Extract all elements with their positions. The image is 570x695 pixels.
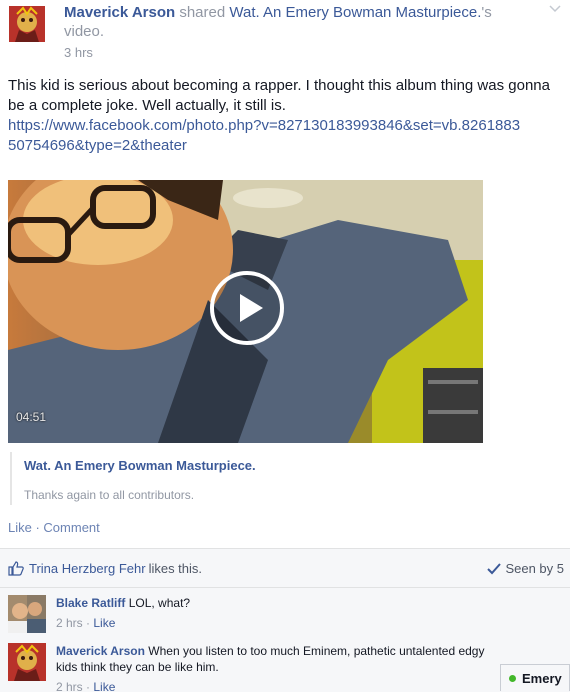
shared-page-name[interactable]: Wat. An Emery Bowman Masturpiece. [229,4,481,21]
post-actions: Like · Comment [8,520,100,535]
comment-link[interactable]: Comment [43,520,99,535]
comment-time[interactable]: 2 hrs [56,680,83,694]
caption-description: Thanks again to all contributors. [24,488,195,502]
play-button[interactable] [210,271,284,345]
liker-name[interactable]: Trina Herzberg Fehr [29,561,146,576]
author-name[interactable]: Maverick Arson [64,4,175,21]
author-avatar[interactable] [9,6,45,42]
commenter-avatar[interactable] [8,595,46,633]
likes-text: likes this. [148,561,203,576]
post-timestamp[interactable]: 3 hrs [64,45,93,60]
video-player[interactable] [8,180,483,443]
chat-tab[interactable]: Emery [500,664,570,691]
comment-like-link[interactable]: Like [93,680,115,694]
commenter-avatar[interactable] [8,643,46,681]
chevron-down-icon[interactable] [548,2,562,16]
seen-by[interactable]: Seen by 5 [487,561,564,576]
online-status-icon [509,674,516,682]
commenter-name[interactable]: Maverick Arson [56,644,145,658]
comment-text: LOL, what? [128,596,191,610]
video-caption[interactable]: Wat. An Emery Bowman Masturpiece. Thanks… [10,452,480,505]
post-header: Maverick Arson shared Wat. An Emery Bowm… [64,3,534,41]
commenter-name[interactable]: Blake Ratliff [56,596,125,610]
feedback-section: Trina Herzberg Fehr likes this. Seen by … [0,548,570,694]
post-link[interactable]: https://www.facebook.com/photo.php?v=827… [8,116,528,156]
post-text: This kid is serious about becoming a rap… [8,77,550,114]
like-link[interactable]: Like [8,520,32,535]
play-icon [240,294,263,322]
shared-text: shared [175,4,230,21]
caption-title[interactable]: Wat. An Emery Bowman Masturpiece. [24,458,256,473]
video-duration: 04:51 [16,410,47,424]
action-separator: · [31,520,44,535]
seen-by-label: Seen by 5 [505,561,564,576]
likes-summary: Trina Herzberg Fehr likes this. [8,561,202,576]
thumbs-up-icon [8,561,24,576]
chat-tab-label: Emery [522,670,562,686]
comment-time[interactable]: 2 hrs [56,616,83,630]
checkmark-icon [487,562,502,574]
divider [0,587,570,588]
post-body: This kid is serious about becoming a rap… [8,76,566,156]
comment-like-link[interactable]: Like [93,616,115,630]
